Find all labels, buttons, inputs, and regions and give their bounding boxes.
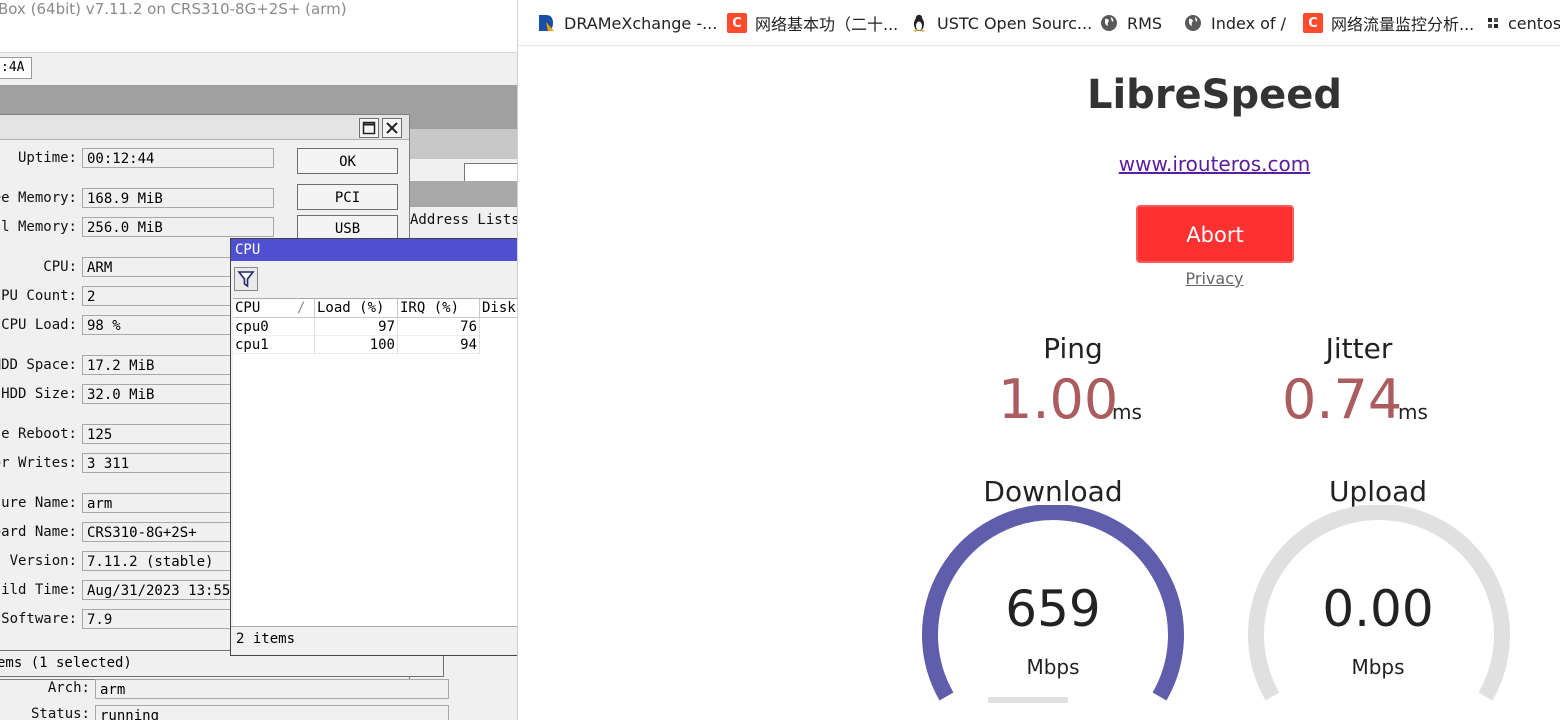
privacy-link-row: Privacy (518, 269, 1560, 288)
ok-button[interactable]: OK (297, 148, 398, 174)
field-label: Software: (1, 611, 77, 627)
field-label: CPU Count: (0, 288, 77, 304)
pci-button[interactable]: PCI (297, 184, 398, 210)
field-label: CPU: (43, 259, 77, 275)
bookmark-rms[interactable]: RMS (1099, 11, 1162, 35)
bookmark-centos[interactable]: centos (1486, 11, 1560, 35)
download-unit: Mbps (1026, 655, 1080, 679)
cpu-window-title: CPU (235, 242, 261, 258)
field-label: HDD Size: (1, 386, 77, 402)
ping-value: 1.00 (998, 368, 1119, 431)
column-header-load[interactable]: Load (%) (315, 299, 398, 318)
field-label: oard Name: (0, 524, 77, 540)
bookmark-ustc[interactable]: USTC Open Sourc... (909, 11, 1092, 35)
field-label: Uptime: (17, 150, 77, 166)
site-link: www.irouteros.com (518, 152, 1560, 176)
table-cell-cpu[interactable]: cpu1 (233, 336, 315, 354)
dramexchange-icon (536, 13, 556, 33)
jitter-unit: ms (1398, 400, 1428, 424)
table-cell-irq[interactable]: 76 (398, 318, 480, 336)
field-label: HDD Space: (0, 357, 77, 373)
filter-icon[interactable] (234, 267, 258, 291)
field-value: 256.0 MiB (82, 217, 274, 237)
csdn-icon: C (727, 13, 747, 33)
bookmarks-bar: DRAMeXchange -... C 网络基本功（二十... USTC Ope… (518, 0, 1560, 46)
field-label: CPU Load: (1, 317, 77, 333)
bookmark-csdn-1[interactable]: C 网络基本功（二十... (727, 11, 898, 35)
globe-icon (1099, 13, 1119, 33)
jitter-value: 0.74 (1282, 368, 1403, 431)
cpu-window: CPU CPU / Load (%) IRQ (%) Disk cpu0 97 … (230, 238, 517, 656)
csdn-icon: C (1303, 13, 1323, 33)
bookmark-csdn-2[interactable]: C 网络流量监控分析... (1303, 11, 1474, 35)
field-label: ture Name: (0, 495, 77, 511)
status-value: running (95, 705, 449, 720)
browser-window: DRAMeXchange -... C 网络基本功（二十... USTC Ope… (517, 0, 1560, 720)
centos-icon (1486, 13, 1500, 33)
field-value: 00:12:44 (82, 148, 274, 168)
winbox-titlebar: Box (64bit) v7.11.2 on CRS310-8G+2S+ (ar… (0, 0, 517, 53)
arch-label: Arch: (47, 680, 90, 696)
table-cell-cpu[interactable]: cpu0 (233, 318, 315, 336)
download-label: Download (983, 475, 1123, 508)
upload-value: 0.00 (1322, 580, 1434, 638)
field-label: ce Reboot: (0, 426, 77, 442)
field-value: 168.9 MiB (82, 188, 274, 208)
cpu-table: CPU / Load (%) IRQ (%) Disk cpu0 97 76 c… (233, 298, 517, 627)
table-cell-load[interactable]: 100 (315, 336, 398, 354)
resources-titlebar (0, 115, 409, 140)
column-header-irq[interactable]: IRQ (%) (398, 299, 480, 318)
winbox-app: Box (64bit) v7.11.2 on CRS310-8G+2S+ (ar… (0, 0, 517, 720)
cpu-titlebar: CPU (231, 239, 517, 261)
status-label: Status: (30, 706, 90, 720)
abort-button[interactable]: Abort (1136, 205, 1294, 263)
field-label: or Writes: (0, 455, 77, 471)
winbox-title: Box (64bit) v7.11.2 on CRS310-8G+2S+ (ar… (0, 0, 347, 18)
page-title: LibreSpeed (1086, 72, 1343, 118)
arch-value: arm (95, 679, 449, 699)
background-window-header (408, 181, 517, 207)
bookmark-index-of[interactable]: Index of / (1183, 11, 1286, 35)
field-label: al Memory: (0, 219, 77, 235)
bookmark-dramexchange[interactable]: DRAMeXchange -... (536, 11, 717, 35)
ping-label: Ping (1043, 332, 1103, 365)
ping-unit: ms (1112, 400, 1142, 424)
close-icon[interactable] (382, 118, 402, 138)
column-header-cpu[interactable]: CPU / (233, 299, 315, 318)
sort-indicator: / (297, 300, 306, 316)
upload-unit: Mbps (1351, 655, 1405, 679)
upload-label: Upload (1328, 475, 1428, 508)
penguin-icon (909, 13, 929, 33)
table-cell-load[interactable]: 97 (315, 318, 398, 336)
table-cell-irq[interactable]: 94 (398, 336, 480, 354)
field-label: ee Memory: (0, 190, 77, 206)
cpu-item-count: 2 items (236, 631, 296, 647)
download-value: 659 (1005, 580, 1101, 638)
field-label: Version: (9, 553, 77, 569)
background-window-area (408, 129, 517, 187)
jitter-label: Jitter (1325, 332, 1393, 365)
tab-address-lists[interactable]: Address Lists (410, 212, 517, 228)
site-link-text[interactable]: www.irouteros.com (1119, 152, 1311, 176)
field-label: uild Time: (0, 582, 77, 598)
maximize-icon[interactable] (359, 118, 379, 138)
column-header-disk[interactable]: Disk (480, 299, 517, 318)
cpu-status-bar: 2 items (231, 626, 517, 655)
download-progress-bar (988, 697, 1068, 703)
mac-field[interactable]: :4A (0, 57, 32, 79)
privacy-link[interactable]: Privacy (1186, 269, 1244, 288)
globe-icon (1183, 13, 1203, 33)
